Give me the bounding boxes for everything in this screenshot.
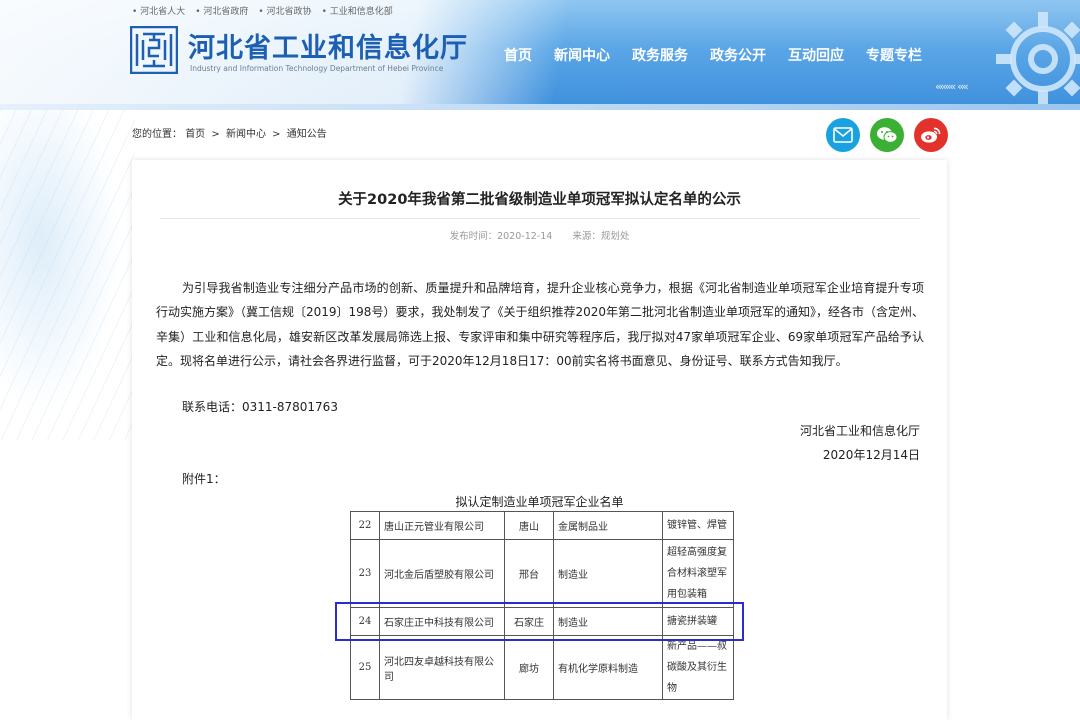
row-number: 25	[350, 635, 380, 700]
highlight-annotation-box	[335, 602, 744, 641]
weibo-share-button[interactable]	[914, 118, 948, 152]
breadcrumb: 您的位置： 首页 > 新闻中心 > 通知公告	[132, 125, 327, 140]
attachment-label: 附件1：	[182, 472, 226, 486]
email-icon	[833, 127, 853, 143]
top-link[interactable]: 河北省人大	[132, 4, 185, 17]
company-product: 镀锌管、焊管	[662, 511, 734, 540]
row-number: 22	[350, 511, 380, 540]
table-row: 23 河北金后盾塑胶有限公司 邢台 制造业 超轻高强度复合材料滚塑军用包装箱	[350, 539, 734, 608]
article-meta: 发布时间：2020-12-14 来源：规划处	[132, 228, 947, 242]
gear-decoration-icon	[996, 12, 1080, 106]
table-row: 22 唐山正元管业有限公司 唐山 金属制品业 镀锌管、焊管	[350, 511, 734, 540]
breadcrumb-separator: >	[272, 129, 281, 140]
breadcrumb-notice[interactable]: 通知公告	[287, 129, 327, 140]
company-city: 邢台	[504, 539, 554, 608]
site-subtitle: Industry and Information Technology Depa…	[190, 64, 444, 73]
row-number: 23	[350, 539, 380, 608]
contact-phone: 联系电话：0311-87801763	[182, 400, 338, 414]
email-share-button[interactable]	[826, 118, 860, 152]
company-city: 唐山	[504, 511, 554, 540]
top-link[interactable]: 工业和信息化部	[322, 4, 393, 17]
nav-special-topics[interactable]: 专题专栏	[866, 45, 922, 65]
nav-news[interactable]: 新闻中心	[554, 45, 610, 65]
main-nav: 首页 新闻中心 政务服务 政务公开 互动回应 专题专栏	[504, 45, 944, 65]
top-links: 河北省人大 河北省政府 河北省政协 工业和信息化部	[132, 4, 393, 17]
company-name: 河北金后盾塑胶有限公司	[379, 539, 505, 608]
company-product: 超轻高强度复合材料滚塑军用包装箱	[662, 539, 734, 608]
background-decoration	[0, 110, 135, 440]
nav-open-government[interactable]: 政务公开	[710, 45, 766, 65]
company-name: 河北四友卓越科技有限公司	[379, 635, 505, 700]
header-chevron-decoration: ‹‹‹‹‹‹‹‹ ‹‹‹‹	[935, 80, 969, 93]
signature-org: 河北省工业和信息化厅	[799, 424, 920, 438]
table-caption: 拟认定制造业单项冠军企业名单	[455, 495, 624, 509]
table-row: 25 河北四友卓越科技有限公司 廊坊 有机化学原料制造 新产品——叔碳酸及其衍生…	[350, 635, 734, 700]
signature-date: 2020年12月14日	[822, 448, 920, 462]
share-buttons	[826, 118, 948, 152]
company-industry: 金属制品业	[553, 511, 663, 540]
company-name: 唐山正元管业有限公司	[379, 511, 505, 540]
top-link[interactable]: 河北省政府	[195, 4, 248, 17]
publish-time: 发布时间：2020-12-14	[449, 231, 553, 242]
title-divider	[160, 218, 920, 219]
company-city: 廊坊	[504, 635, 554, 700]
breadcrumb-separator: >	[211, 129, 220, 140]
header-bottom-line	[0, 104, 1080, 110]
breadcrumb-home[interactable]: 首页	[185, 129, 205, 140]
department-logo-icon[interactable]	[130, 26, 178, 74]
nav-home[interactable]: 首页	[504, 45, 532, 65]
company-industry: 有机化学原料制造	[553, 635, 663, 700]
company-product: 新产品——叔碳酸及其衍生物	[662, 635, 734, 700]
breadcrumb-news[interactable]: 新闻中心	[226, 129, 266, 140]
site-title[interactable]: 河北省工业和信息化厅	[188, 26, 468, 65]
article-body: 为引导我省制造业专注细分产品市场的创新、质量提升和品牌培育，提升企业核心竞争力，…	[156, 281, 924, 368]
company-industry: 制造业	[553, 539, 663, 608]
article-title: 关于2020年我省第二批省级制造业单项冠军拟认定名单的公示	[338, 192, 741, 208]
breadcrumb-prefix: 您的位置：	[132, 129, 182, 140]
article-source: 来源：规划处	[572, 231, 630, 242]
site-header: ‹‹‹‹‹‹‹‹ ‹‹‹‹ 河北省人大 河北省政府 河北省政协 工业和信息化部 …	[0, 0, 1080, 110]
wechat-share-button[interactable]	[870, 118, 904, 152]
weibo-icon	[921, 127, 941, 143]
nav-interaction[interactable]: 互动回应	[788, 45, 844, 65]
wechat-icon	[877, 127, 898, 143]
nav-services[interactable]: 政务服务	[632, 45, 688, 65]
top-link[interactable]: 河北省政协	[258, 4, 312, 17]
